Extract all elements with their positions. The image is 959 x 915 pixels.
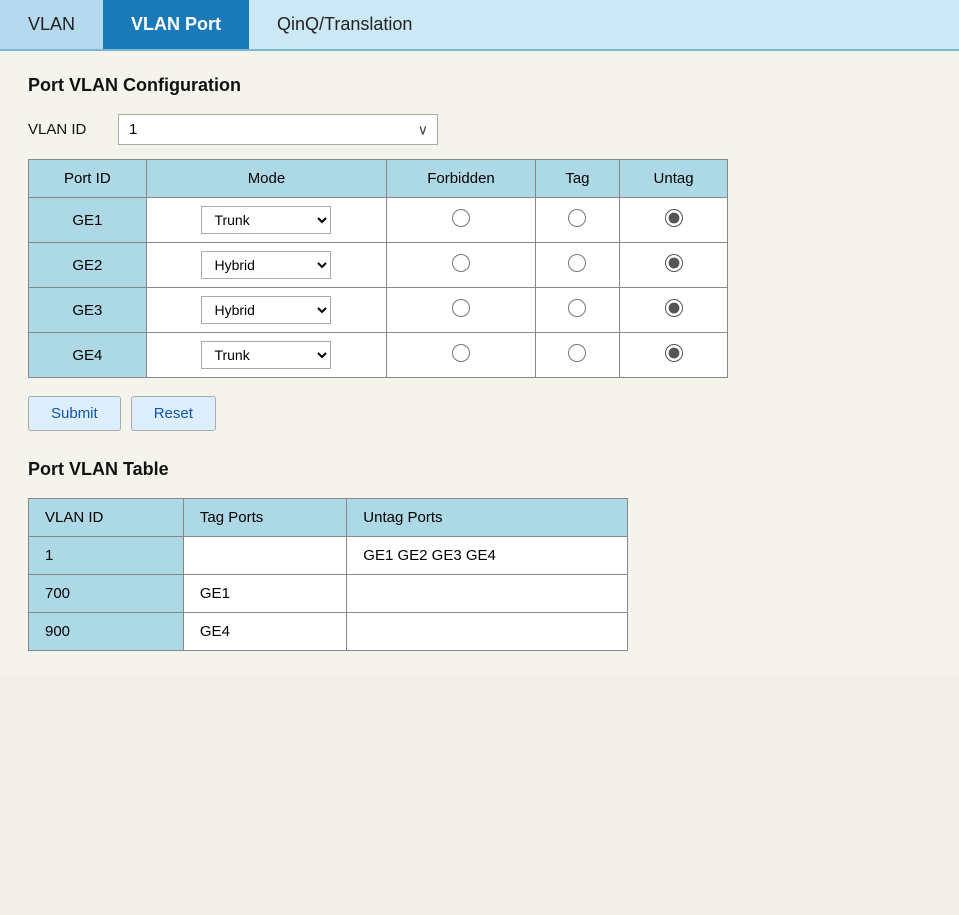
tag-radio-GE4[interactable]: [568, 344, 586, 362]
col-header-tag: Tag: [535, 160, 619, 198]
tag-radio-GE1[interactable]: [568, 209, 586, 227]
pvlan-tag-ports: [183, 537, 346, 575]
pvlan-col-tag: Tag Ports: [183, 499, 346, 537]
table-section-title: Port VLAN Table: [28, 459, 931, 480]
vlan-id-select-wrapper: 1 700 900: [118, 114, 438, 145]
forbidden-radio-GE1[interactable]: [452, 209, 470, 227]
vlan-id-row: VLAN ID 1 700 900: [28, 114, 931, 145]
button-row: Submit Reset: [28, 396, 931, 431]
pvlan-vlan-id: 700: [29, 575, 184, 613]
tab-qinq[interactable]: QinQ/Translation: [249, 0, 440, 49]
pvlan-vlan-id: 1: [29, 537, 184, 575]
forbidden-radio-GE4[interactable]: [452, 344, 470, 362]
port-id-cell: GE4: [29, 333, 147, 378]
col-header-port-id: Port ID: [29, 160, 147, 198]
config-table: Port ID Mode Forbidden Tag Untag GE1 Acce…: [28, 159, 728, 378]
mode-select-GE1[interactable]: AccessTrunkHybrid: [201, 206, 331, 234]
tab-bar: VLAN VLAN Port QinQ/Translation: [0, 0, 959, 51]
tag-radio-GE2[interactable]: [568, 254, 586, 272]
pvlan-col-untag: Untag Ports: [347, 499, 628, 537]
pvlan-untag-ports: [347, 613, 628, 651]
untag-radio-GE2[interactable]: [665, 254, 683, 272]
untag-cell: [620, 198, 728, 243]
vlan-id-select[interactable]: 1 700 900: [118, 114, 438, 145]
port-id-cell: GE2: [29, 243, 147, 288]
mode-select-GE2[interactable]: AccessTrunkHybrid: [201, 251, 331, 279]
tab-vlan[interactable]: VLAN: [0, 0, 103, 49]
pvlan-untag-ports: [347, 575, 628, 613]
col-header-untag: Untag: [620, 160, 728, 198]
untag-cell: [620, 288, 728, 333]
tag-radio-GE3[interactable]: [568, 299, 586, 317]
pvlan-vlan-id: 900: [29, 613, 184, 651]
pvlan-col-vlanid: VLAN ID: [29, 499, 184, 537]
mode-cell: AccessTrunkHybrid: [146, 333, 387, 378]
submit-button[interactable]: Submit: [28, 396, 121, 431]
forbidden-radio-GE3[interactable]: [452, 299, 470, 317]
forbidden-cell: [387, 333, 535, 378]
tag-cell: [535, 243, 619, 288]
forbidden-cell: [387, 288, 535, 333]
tag-cell: [535, 288, 619, 333]
port-id-cell: GE1: [29, 198, 147, 243]
forbidden-cell: [387, 243, 535, 288]
main-content: Port VLAN Configuration VLAN ID 1 700 90…: [0, 51, 959, 675]
mode-cell: AccessTrunkHybrid: [146, 198, 387, 243]
tab-vlan-port[interactable]: VLAN Port: [103, 0, 249, 49]
untag-radio-GE3[interactable]: [665, 299, 683, 317]
mode-select-GE3[interactable]: AccessTrunkHybrid: [201, 296, 331, 324]
tag-cell: [535, 333, 619, 378]
mode-cell: AccessTrunkHybrid: [146, 288, 387, 333]
reset-button[interactable]: Reset: [131, 396, 216, 431]
pvlan-tag-ports: GE4: [183, 613, 346, 651]
mode-select-GE4[interactable]: AccessTrunkHybrid: [201, 341, 331, 369]
col-header-mode: Mode: [146, 160, 387, 198]
mode-cell: AccessTrunkHybrid: [146, 243, 387, 288]
tag-cell: [535, 198, 619, 243]
untag-cell: [620, 333, 728, 378]
untag-radio-GE1[interactable]: [665, 209, 683, 227]
pvlan-table: VLAN ID Tag Ports Untag Ports 1 GE1 GE2 G…: [28, 498, 628, 651]
config-section-title: Port VLAN Configuration: [28, 75, 931, 96]
port-id-cell: GE3: [29, 288, 147, 333]
forbidden-cell: [387, 198, 535, 243]
untag-cell: [620, 243, 728, 288]
untag-radio-GE4[interactable]: [665, 344, 683, 362]
vlan-id-label: VLAN ID: [28, 121, 98, 138]
forbidden-radio-GE2[interactable]: [452, 254, 470, 272]
pvlan-untag-ports: GE1 GE2 GE3 GE4: [347, 537, 628, 575]
col-header-forbidden: Forbidden: [387, 160, 535, 198]
pvlan-tag-ports: GE1: [183, 575, 346, 613]
